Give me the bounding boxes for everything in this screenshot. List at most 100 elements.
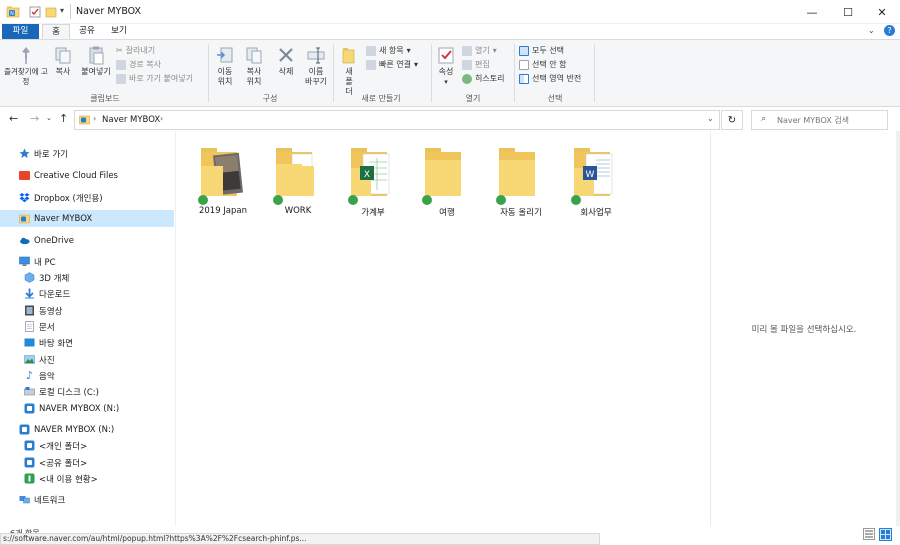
details-view-button[interactable] (863, 528, 875, 540)
quick-access-dropdown-icon[interactable]: ▾ (60, 6, 64, 15)
title-divider (70, 4, 71, 19)
pin-quick-access-button[interactable]: 즐겨찾기에 고정 (4, 45, 48, 87)
refresh-button[interactable]: ↻ (721, 110, 743, 130)
tab-file[interactable]: 파일 (2, 24, 39, 39)
nav-network[interactable]: 네트워크 (0, 491, 174, 508)
breadcrumb-naver-mybox[interactable]: Naver MYBOX (102, 115, 160, 125)
copy-path-button[interactable]: 경로 복사 (116, 58, 193, 72)
invert-selection-button[interactable]: 선택 영역 반전 (519, 72, 581, 86)
new-folder-button[interactable]: 새 폴더 (336, 45, 362, 97)
cube-icon (24, 272, 35, 283)
nav-creative-cloud[interactable]: Creative Cloud Files (0, 167, 174, 184)
minimize-button[interactable]: — (794, 0, 830, 24)
folder-item-work[interactable]: WORK (262, 144, 334, 220)
nav-usage-status[interactable]: <내 이용 현황> (0, 470, 174, 487)
new-item-button[interactable]: 새 항목 ▾ (366, 44, 418, 58)
back-button[interactable]: ← (9, 112, 18, 125)
select-all-button[interactable]: 모두 선택 (519, 44, 581, 58)
edit-button[interactable]: 편집 (462, 58, 504, 72)
move-to-label: 이동 위치 (217, 67, 233, 86)
nav-label: 다운로드 (39, 289, 71, 300)
address-bar[interactable]: › Naver MYBOX › ⌄ (74, 110, 720, 130)
nav-desktop[interactable]: 바탕 화면 (0, 334, 174, 351)
history-icon (462, 74, 472, 84)
select-none-button[interactable]: 선택 안 함 (519, 58, 581, 72)
close-button[interactable]: ✕ (864, 0, 900, 24)
folder-item-company-work[interactable]: W 회사업무 (560, 144, 632, 220)
up-button[interactable]: ↑ (59, 112, 68, 125)
nav-3d-objects[interactable]: 3D 개체 (0, 269, 174, 286)
nav-shared-folder[interactable]: <공유 폴더> (0, 454, 174, 471)
nav-this-pc[interactable]: 내 PC (0, 253, 174, 270)
nav-local-disk[interactable]: 로컬 디스크 (C:) (0, 383, 174, 400)
select-all-icon (519, 46, 529, 56)
maximize-button[interactable]: ☐ (830, 0, 866, 24)
search-input[interactable]: Naver MYBOX 검색 (777, 115, 849, 126)
copy-path-label: 경로 복사 (129, 60, 161, 69)
folder-item-household-ledger[interactable]: X 가계부 (337, 144, 409, 220)
easy-access-button[interactable]: 빠른 연결 ▾ (366, 58, 418, 72)
naver-drive-icon (24, 403, 35, 414)
nav-documents[interactable]: 문서 (0, 318, 174, 335)
folder-name: 2019 Japan (198, 206, 248, 216)
rename-button[interactable]: 이름 바꾸기 (302, 45, 330, 87)
vertical-scrollbar[interactable] (896, 131, 900, 526)
tab-share[interactable]: 공유 (74, 24, 100, 39)
large-icons-view-icon (881, 530, 890, 539)
copy-button[interactable]: 복사 (50, 45, 76, 77)
nav-videos[interactable]: 동영상 (0, 302, 174, 319)
search-icon: ⌕ (761, 114, 767, 124)
forward-button[interactable]: → (30, 112, 39, 125)
nav-label: 3D 개체 (39, 273, 70, 284)
synced-check-icon (198, 195, 208, 205)
nav-naver-mybox[interactable]: Naver MYBOX (0, 210, 174, 227)
refresh-icon: ↻ (727, 114, 737, 126)
properties-button[interactable]: 속성 ▾ (434, 45, 458, 87)
nav-label: NAVER MYBOX (N:) (34, 424, 115, 435)
nav-onedrive[interactable]: OneDrive (0, 232, 174, 249)
ribbon-tabs: 파일 홈 공유 보기 ⌄ ? (0, 24, 900, 39)
properties-dropdown-icon[interactable]: ▾ (434, 77, 458, 87)
open-small-buttons: 열기 ▾ 편집 히스토리 (462, 44, 504, 86)
nav-music[interactable]: ♪ 음악 (0, 367, 174, 384)
folder-item-auto-upload[interactable]: 자동 올리기 (485, 144, 557, 220)
open-button[interactable]: 열기 ▾ (462, 44, 504, 58)
properties-quick-icon[interactable] (28, 5, 42, 19)
desktop-icon (24, 337, 35, 348)
move-to-button[interactable]: 이동 위치 (211, 45, 239, 87)
word-folder-icon: W (574, 148, 613, 196)
folder-item-2019-japan[interactable]: 2019 Japan (187, 144, 259, 220)
paste-shortcut-button[interactable]: 바로 가기 붙여넣기 (116, 72, 193, 86)
nav-label: 동영상 (39, 306, 63, 317)
tab-view[interactable]: 보기 (106, 24, 132, 39)
nav-pictures[interactable]: 사진 (0, 351, 174, 368)
cut-button[interactable]: ✂ 잘라내기 (116, 44, 193, 58)
nav-personal-folder[interactable]: <개인 폴더> (0, 437, 174, 454)
help-icon[interactable]: ? (884, 25, 895, 36)
synced-check-icon (348, 195, 358, 205)
navigation-pane: 바로 가기 Creative Cloud Files Dropbox (개인용)… (0, 131, 176, 526)
tab-home[interactable]: 홈 (42, 24, 70, 39)
paste-button[interactable]: 붙여넣기 (78, 45, 114, 77)
paste-shortcut-label: 바로 가기 붙여넣기 (129, 74, 193, 83)
search-box[interactable]: ⌕ Naver MYBOX 검색 (751, 110, 888, 130)
nav-naver-drive-under-pc[interactable]: NAVER MYBOX (N:) (0, 400, 174, 417)
large-icons-view-button[interactable] (879, 528, 892, 541)
copy-to-button[interactable]: 복사 위치 (240, 45, 268, 87)
history-button[interactable]: 히스토리 (462, 72, 504, 86)
nav-dropbox[interactable]: Dropbox (개인용) (0, 189, 174, 206)
nav-downloads[interactable]: 다운로드 (0, 285, 174, 302)
nav-naver-drive[interactable]: NAVER MYBOX (N:) (0, 421, 174, 438)
folder-name: 여행 (439, 208, 455, 218)
new-group-label: 새로 만들기 (361, 94, 401, 103)
recent-locations-icon[interactable]: ⌄ (46, 114, 52, 122)
nav-label: Creative Cloud Files (34, 170, 118, 181)
properties-icon (436, 45, 456, 65)
nav-quick-access[interactable]: 바로 가기 (0, 145, 174, 162)
new-folder-quick-icon[interactable] (44, 5, 58, 19)
delete-button[interactable]: 삭제 (272, 45, 300, 77)
breadcrumb-separator[interactable]: › (160, 114, 163, 123)
ribbon-expand-icon[interactable]: ⌄ (868, 26, 875, 35)
folder-item-travel[interactable]: 여행 (411, 144, 483, 220)
address-dropdown-icon[interactable]: ⌄ (707, 114, 714, 123)
